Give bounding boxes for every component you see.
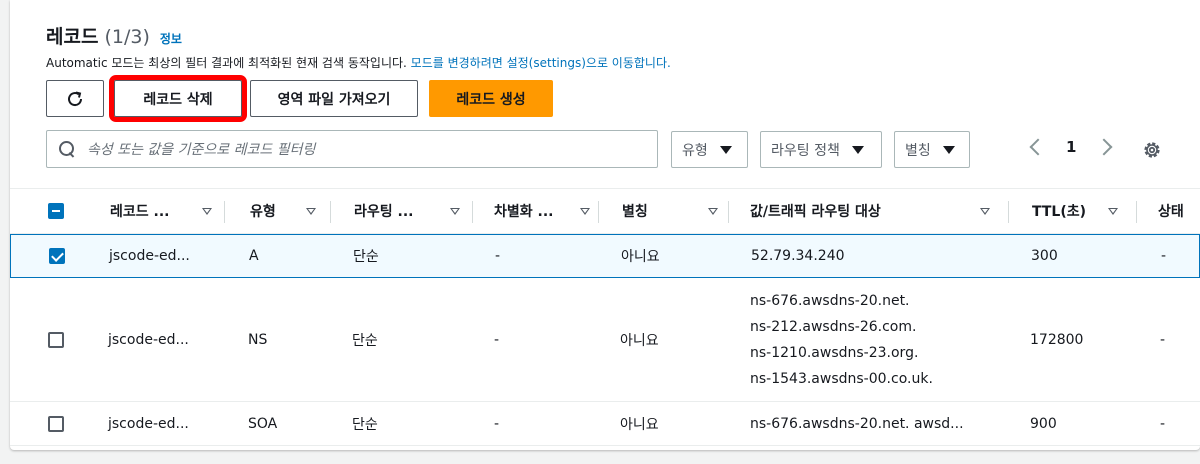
type-cell: NS [248,332,268,348]
table-row[interactable]: jscode-ed... A 단순 - 아니요 52.79.34.240 300… [10,234,1200,278]
status-cell: - [1161,248,1167,264]
column-header-value[interactable]: 값/트래픽 라우팅 대상 [750,189,1000,233]
column-label: TTL(초) [1032,204,1087,220]
routing-cell: 단순 [352,417,378,433]
column-divider [472,201,473,223]
next-page-icon[interactable] [1095,138,1113,156]
column-divider [330,201,331,223]
ttl-cell: 172800 [1030,332,1084,348]
ttl-cell: 900 [1030,416,1057,432]
select-all-checkbox[interactable] [48,203,64,219]
current-page[interactable]: 1 [1066,138,1076,156]
pagination: 1 [1029,138,1113,156]
records-table: 레코드 ... 유형 라우팅 ... 차별화 ... 별칭 값/트래픽 라우팅 … [10,188,1200,446]
settings-link[interactable]: 모드를 변경하려면 설정(settings)으로 이동합니다. [411,56,671,70]
ttl-cell: 300 [1031,248,1058,264]
type-cell: SOA [248,416,278,432]
column-header-ttl[interactable]: TTL(초) [1032,189,1132,233]
column-divider [224,201,225,223]
alias-filter-dropdown[interactable]: 별칭 [894,131,970,168]
type-filter-dropdown[interactable]: 유형 [671,131,748,168]
routing-policy-filter-dropdown[interactable]: 라우팅 정책 [760,131,882,168]
search-placeholder: 속성 또는 값을 기준으로 레코드 필터링 [87,142,316,158]
column-header-differentiator[interactable]: 차별화 ... [494,189,594,233]
sort-icon [202,208,212,215]
column-label: 라우팅 ... [354,204,414,220]
record-name-cell[interactable]: jscode-ed... [108,278,189,402]
column-header-type[interactable]: 유형 [250,189,330,233]
differentiator-cell: - [494,416,500,432]
routing-cell: 단순 [352,333,378,349]
column-divider [1008,201,1009,223]
row-checkbox[interactable] [48,332,64,348]
caret-down-icon [851,145,864,154]
alias-cell: 아니요 [621,249,660,265]
routing-cell: 단순 [353,249,379,265]
gear-icon[interactable] [1142,140,1162,160]
table-row[interactable]: jscode-ed... SOA 단순 - 아니요 ns-676.awsdns-… [10,402,1200,446]
value-cell: ns-676.awsdns-20.net. awsd... [750,416,964,432]
column-divider [598,201,599,223]
column-label: 유형 [250,204,276,220]
row-checkbox[interactable] [49,248,65,264]
value-line: ns-1543.awsdns-00.co.uk. [750,371,933,387]
column-label: 값/트래픽 라우팅 대상 [750,204,881,220]
record-count: (1/3) [104,26,150,48]
value-cell: ns-676.awsdns-20.net. ns-212.awsdns-26.c… [750,288,933,392]
value-line: ns-1210.awsdns-23.org. [750,345,919,361]
description-text: Automatic 모드는 최상의 필터 결과에 최적화된 현재 검색 동작입니… [46,56,411,70]
column-label: 차별화 ... [494,204,554,220]
status-cell: - [1160,416,1166,432]
column-header-status[interactable]: 상태 [1158,189,1198,233]
column-header-alias[interactable]: 별칭 [622,189,722,233]
refresh-button[interactable] [46,80,104,117]
value-cell: 52.79.34.240 [751,248,845,264]
column-divider [728,201,729,223]
refresh-icon [68,91,83,106]
caret-down-icon [942,145,955,154]
search-input[interactable]: 속성 또는 값을 기준으로 레코드 필터링 [46,130,658,168]
record-name-cell[interactable]: jscode-ed... [108,402,189,446]
type-cell: A [249,248,259,264]
previous-page-icon[interactable] [1029,138,1047,156]
row-checkbox[interactable] [48,416,64,432]
caret-down-icon [719,145,732,154]
value-line: ns-212.awsdns-26.com. [750,319,917,335]
differentiator-cell: - [495,248,501,264]
status-cell: - [1160,332,1166,348]
import-zone-file-button[interactable]: 영역 파일 가져오기 [250,80,418,117]
alias-cell: 아니요 [620,333,659,349]
column-label: 상태 [1158,204,1184,220]
search-icon [59,141,75,157]
search-mode-description: Automatic 모드는 최상의 필터 결과에 최적화된 현재 검색 동작입니… [46,54,671,71]
column-divider [1136,201,1137,223]
sort-icon [980,208,990,215]
column-header-routing[interactable]: 라우팅 ... [354,189,474,233]
routing-filter-label: 라우팅 정책 [771,142,840,159]
table-header: 레코드 ... 유형 라우팅 ... 차별화 ... 별칭 값/트래픽 라우팅 … [10,188,1200,234]
page-title: 레코드 [46,26,99,48]
record-name-cell[interactable]: jscode-ed... [109,235,190,277]
sort-icon [450,208,460,215]
create-record-button[interactable]: 레코드 생성 [429,80,553,117]
alias-cell: 아니요 [620,417,659,433]
type-filter-label: 유형 [682,142,708,159]
delete-record-button[interactable]: 레코드 삭제 [109,75,247,122]
column-label: 레코드 ... [110,204,170,220]
records-panel: 레코드 (1/3) 정보 Automatic 모드는 최상의 필터 결과에 최적… [10,0,1200,450]
sort-icon [580,208,590,215]
info-link[interactable]: 정보 [160,30,182,47]
sort-icon [708,208,718,215]
value-line: ns-676.awsdns-20.net. [750,293,910,309]
sort-icon [1108,208,1118,215]
records-header: 레코드 (1/3) 정보 [46,22,182,49]
table-row[interactable]: jscode-ed... NS 단순 - 아니요 ns-676.awsdns-2… [10,278,1200,402]
sort-icon [306,208,316,215]
differentiator-cell: - [494,332,500,348]
column-header-record-name[interactable]: 레코드 ... [110,189,220,233]
alias-filter-label: 별칭 [905,142,931,159]
column-label: 별칭 [622,204,648,220]
